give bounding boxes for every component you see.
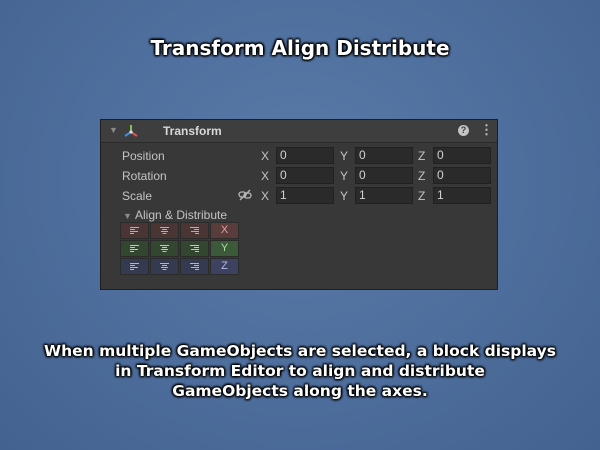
position-y-field[interactable]: 0 bbox=[355, 147, 413, 164]
caption: When multiple GameObjects are selected, … bbox=[30, 341, 570, 401]
position-z-field[interactable]: 0 bbox=[433, 147, 491, 164]
component-header[interactable]: ▼ Transform ? ⋮ bbox=[101, 120, 497, 143]
align-y-max-button[interactable] bbox=[180, 240, 209, 257]
position-x-label: X bbox=[261, 149, 270, 163]
align-y-min-button[interactable] bbox=[120, 240, 149, 257]
align-center-icon bbox=[160, 245, 169, 252]
scale-label: Scale bbox=[122, 189, 153, 203]
align-min-icon bbox=[130, 263, 139, 270]
rotation-label: Rotation bbox=[122, 169, 167, 183]
caption-line: GameObjects along the axes. bbox=[172, 382, 428, 400]
scale-x-label: X bbox=[261, 189, 270, 203]
rotation-z-field[interactable]: 0 bbox=[433, 167, 491, 184]
scale-z-label: Z bbox=[418, 189, 426, 203]
position-label: Position bbox=[122, 149, 165, 163]
align-max-icon bbox=[190, 263, 199, 270]
component-title: Transform bbox=[163, 124, 222, 138]
scale-z-field[interactable]: 1 bbox=[433, 187, 491, 204]
scale-y-label: Y bbox=[340, 189, 349, 203]
align-y-center-button[interactable] bbox=[150, 240, 179, 257]
align-x-center-button[interactable] bbox=[150, 222, 179, 239]
help-icon[interactable]: ? bbox=[458, 125, 469, 136]
align-center-icon bbox=[160, 263, 169, 270]
align-min-icon bbox=[130, 245, 139, 252]
align-center-icon bbox=[160, 227, 169, 234]
caption-line: When multiple GameObjects are selected, … bbox=[44, 342, 556, 360]
rotation-x-field[interactable]: 0 bbox=[276, 167, 334, 184]
scale-x-field[interactable]: 1 bbox=[276, 187, 334, 204]
position-x-field[interactable]: 0 bbox=[276, 147, 334, 164]
distribute-z-button[interactable]: Z bbox=[210, 258, 239, 275]
page-title: Transform Align Distribute bbox=[150, 36, 450, 60]
align-z-center-button[interactable] bbox=[150, 258, 179, 275]
distribute-x-button[interactable]: X bbox=[210, 222, 239, 239]
align-distribute-label[interactable]: Align & Distribute bbox=[135, 208, 227, 222]
caption-line: in Transform Editor to align and distrib… bbox=[115, 362, 485, 380]
context-menu-icon[interactable]: ⋮ bbox=[480, 122, 493, 138]
transform-axes-icon bbox=[124, 125, 138, 137]
rotation-x-label: X bbox=[261, 169, 270, 183]
align-max-icon bbox=[190, 227, 199, 234]
foldout-arrow-icon[interactable]: ▼ bbox=[109, 125, 118, 135]
align-distribute-foldout-icon[interactable]: ▼ bbox=[123, 211, 132, 221]
distribute-y-button[interactable]: Y bbox=[210, 240, 239, 257]
rotation-y-label: Y bbox=[340, 169, 349, 183]
align-z-min-button[interactable] bbox=[120, 258, 149, 275]
constrain-proportions-link-icon[interactable] bbox=[238, 189, 252, 201]
scale-y-field[interactable]: 1 bbox=[355, 187, 413, 204]
align-max-icon bbox=[190, 245, 199, 252]
position-y-label: Y bbox=[340, 149, 349, 163]
align-min-icon bbox=[130, 227, 139, 234]
align-z-max-button[interactable] bbox=[180, 258, 209, 275]
rotation-y-field[interactable]: 0 bbox=[355, 167, 413, 184]
align-x-min-button[interactable] bbox=[120, 222, 149, 239]
position-z-label: Z bbox=[418, 149, 426, 163]
transform-inspector: ▼ Transform ? ⋮ Position X 0 Y 0 Z 0 Rot… bbox=[100, 119, 498, 290]
align-x-max-button[interactable] bbox=[180, 222, 209, 239]
rotation-z-label: Z bbox=[418, 169, 426, 183]
